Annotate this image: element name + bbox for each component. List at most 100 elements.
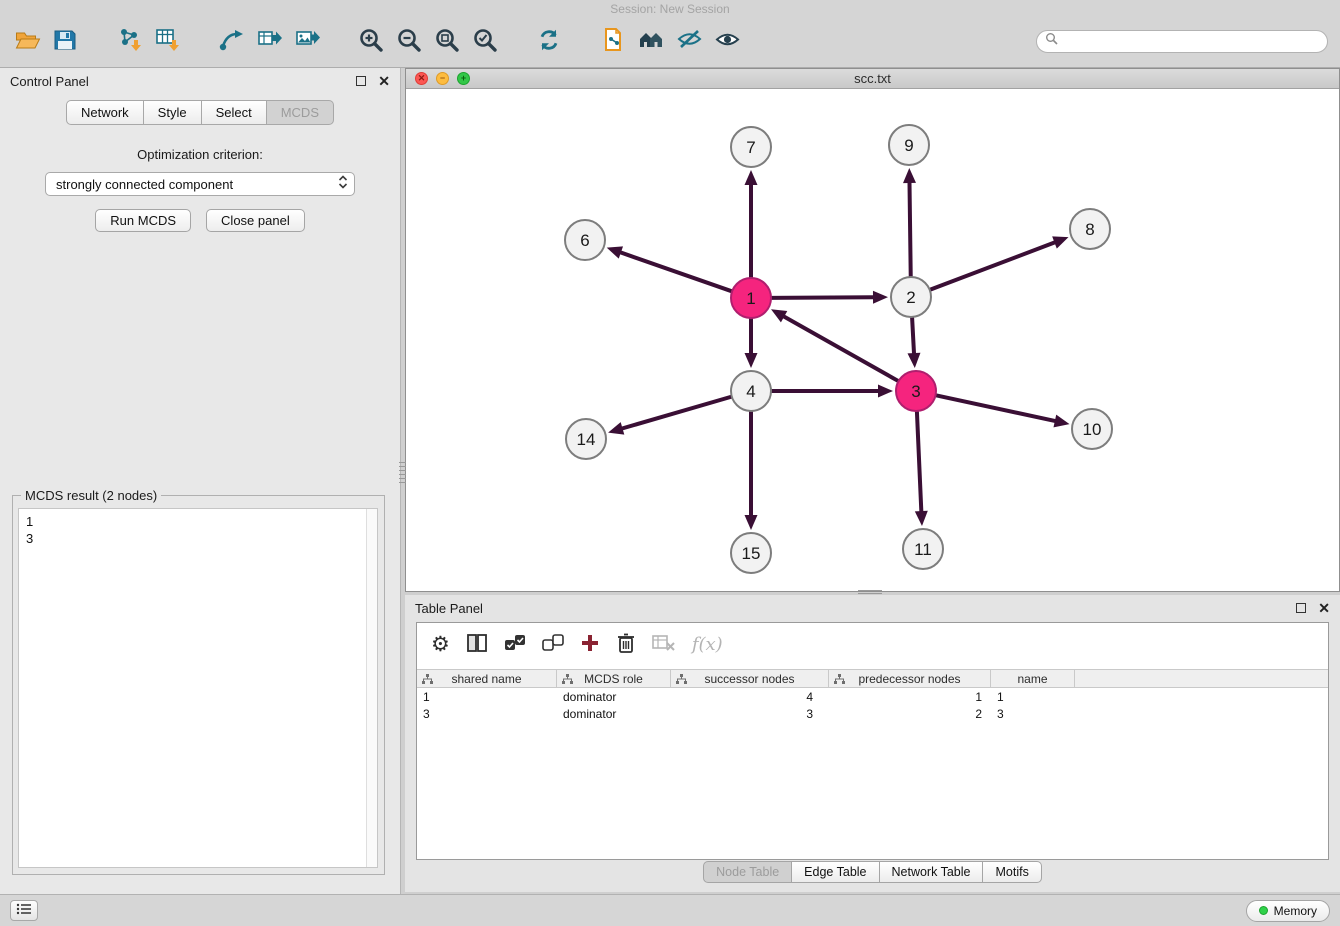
zoom-selected-button[interactable]: [466, 20, 504, 62]
export-network-button[interactable]: [212, 20, 250, 62]
table-row[interactable]: 3 dominator 3 2 3: [417, 705, 1328, 722]
graph-edge[interactable]: [910, 183, 911, 276]
homes-button[interactable]: [632, 20, 670, 62]
delete-column-button[interactable]: [616, 629, 636, 659]
function-icon: f(x): [692, 634, 723, 655]
tab-style[interactable]: Style: [144, 100, 202, 125]
memory-button[interactable]: Memory: [1246, 900, 1330, 922]
eye-button[interactable]: [708, 20, 746, 62]
graph-node[interactable]: 2: [891, 277, 931, 317]
import-table-button[interactable]: [148, 20, 186, 62]
add-column-button[interactable]: [580, 629, 600, 659]
table-panel-tabs: Node Table Edge Table Network Table Moti…: [405, 861, 1340, 883]
graph-edge[interactable]: [931, 242, 1055, 289]
graph-edge[interactable]: [917, 412, 921, 511]
column-header-mcds-role[interactable]: MCDS role: [557, 670, 671, 687]
network-view-window: scc.txt ✕ − + 7968124314101511: [405, 68, 1340, 592]
graph-node[interactable]: 1: [731, 278, 771, 318]
column-header-shared-name[interactable]: shared name: [417, 670, 557, 687]
table-settings-button[interactable]: ⚙: [431, 629, 450, 659]
gear-icon: ⚙: [431, 634, 450, 655]
column-sort-icon: [562, 674, 573, 688]
delete-table-button[interactable]: [652, 629, 676, 659]
graph-edge-arrowhead: [907, 353, 920, 368]
select-all-button[interactable]: [504, 629, 526, 659]
graph-edge-arrowhead: [873, 291, 888, 304]
close-panel-button[interactable]: Close panel: [206, 209, 305, 232]
save-session-button[interactable]: [46, 20, 84, 62]
add-icon: [580, 633, 600, 656]
tab-network[interactable]: Network: [66, 100, 144, 125]
cell-name: 1: [991, 688, 1075, 705]
tab-edge-table[interactable]: Edge Table: [792, 861, 879, 883]
graph-node[interactable]: 6: [565, 220, 605, 260]
vertical-splitter-handle[interactable]: [399, 462, 406, 486]
zoom-selected-icon: [471, 26, 499, 57]
graph-edge[interactable]: [784, 317, 898, 381]
zoom-out-button[interactable]: [390, 20, 428, 62]
mcds-result-list[interactable]: 1 3: [19, 509, 366, 867]
graph-edge[interactable]: [621, 253, 731, 292]
open-session-icon: [14, 27, 41, 56]
zoom-fit-button[interactable]: [428, 20, 466, 62]
tab-network-table[interactable]: Network Table: [880, 861, 984, 883]
cell-successor-nodes: 3: [671, 705, 829, 722]
graph-node[interactable]: 8: [1070, 209, 1110, 249]
task-history-button[interactable]: [10, 900, 38, 921]
tab-select[interactable]: Select: [202, 100, 267, 125]
mcds-result-line: 3: [26, 530, 359, 547]
graph-edge-arrowhead: [915, 511, 928, 526]
refresh-button[interactable]: [530, 20, 568, 62]
column-header-successor-nodes[interactable]: successor nodes: [671, 670, 829, 687]
zoom-in-button[interactable]: [352, 20, 390, 62]
graph-edge[interactable]: [622, 397, 730, 429]
column-header-name[interactable]: name: [991, 670, 1075, 687]
graphics-details-button[interactable]: [670, 20, 708, 62]
graph-edge-arrowhead: [608, 422, 624, 434]
zoom-in-icon: [357, 26, 385, 57]
tab-node-table[interactable]: Node Table: [703, 861, 792, 883]
graph-node[interactable]: 15: [731, 533, 771, 573]
run-mcds-button[interactable]: Run MCDS: [95, 209, 191, 232]
graph-node-label: 6: [580, 231, 589, 250]
column-label: name: [1017, 672, 1047, 686]
table-row[interactable]: 1 dominator 4 1 1: [417, 688, 1328, 705]
node-table: shared name MCDS role successor nodes pr…: [417, 669, 1328, 722]
cell-predecessor-nodes: 1: [829, 688, 991, 705]
show-columns-button[interactable]: [466, 629, 488, 659]
unselect-all-button[interactable]: [542, 629, 564, 659]
import-network-button[interactable]: [110, 20, 148, 62]
open-session-button[interactable]: [8, 20, 46, 62]
search-input[interactable]: [1058, 32, 1317, 50]
graph-edge[interactable]: [772, 297, 873, 298]
graph-edge[interactable]: [937, 395, 1055, 421]
export-image-button[interactable]: [288, 20, 326, 62]
column-header-predecessor-nodes[interactable]: predecessor nodes: [829, 670, 991, 687]
graph-node[interactable]: 4: [731, 371, 771, 411]
table-toolbar: ⚙ f(x): [417, 623, 1328, 665]
graph-node[interactable]: 7: [731, 127, 771, 167]
export-document-button[interactable]: [594, 20, 632, 62]
tab-mcds[interactable]: MCDS: [267, 100, 334, 125]
close-panel-icon[interactable]: ✕: [378, 76, 390, 86]
graph-node[interactable]: 10: [1072, 409, 1112, 449]
graph-node[interactable]: 11: [903, 529, 943, 569]
search-box[interactable]: [1036, 30, 1328, 53]
result-scrollbar[interactable]: [366, 509, 377, 867]
graph-node-label: 1: [746, 289, 755, 308]
graph-edge-arrowhead: [878, 385, 893, 398]
float-panel-icon[interactable]: [356, 76, 366, 86]
apply-function-button[interactable]: f(x): [692, 629, 723, 659]
criterion-select[interactable]: strongly connected component: [45, 172, 355, 196]
search-icon: [1045, 32, 1058, 50]
graph-node[interactable]: 9: [889, 125, 929, 165]
export-table-button[interactable]: [250, 20, 288, 62]
graph-node[interactable]: 14: [566, 419, 606, 459]
column-header-filler: [1075, 670, 1328, 687]
graph-edge[interactable]: [912, 318, 914, 353]
float-table-panel-icon[interactable]: [1296, 603, 1306, 613]
tab-motifs[interactable]: Motifs: [983, 861, 1041, 883]
close-table-panel-icon[interactable]: ✕: [1318, 603, 1330, 613]
graph-node[interactable]: 3: [896, 371, 936, 411]
graph-node-label: 10: [1083, 420, 1102, 439]
